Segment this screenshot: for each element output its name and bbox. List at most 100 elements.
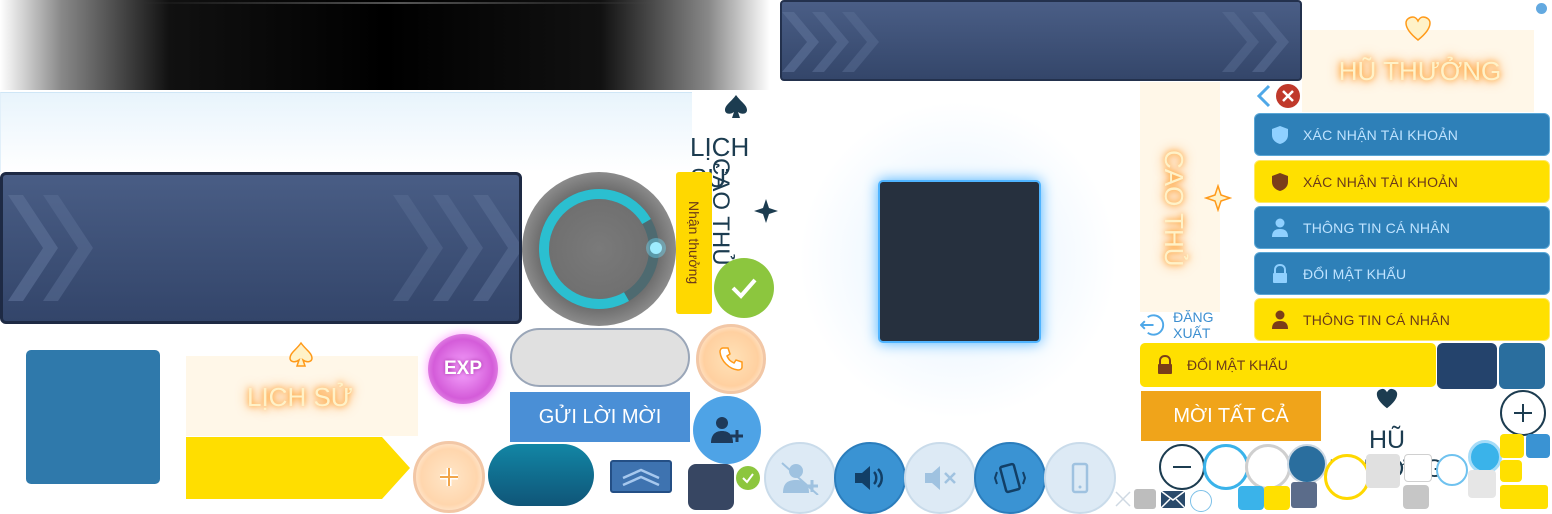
spade-icon: [723, 93, 749, 119]
menu-item-label: XÁC NHẬN TÀI KHOẢN: [1303, 126, 1459, 143]
heart-glow-icon: [1404, 16, 1432, 42]
add-friend-button[interactable]: [693, 396, 761, 464]
gray-swatch: [1366, 454, 1400, 488]
radio-dot-selected[interactable]: [1468, 440, 1502, 474]
top-bar-highlight: [140, 2, 660, 4]
exp-badge-label: EXP: [443, 358, 483, 379]
blue-dot: [1536, 3, 1547, 14]
yellow-tiny-swatch: [1264, 486, 1290, 510]
yellow-swatch: [1500, 434, 1524, 458]
teal-pill-button[interactable]: [488, 444, 594, 506]
lock-icon: [1158, 355, 1172, 374]
logout-label: ĐĂNG XUẤT: [1173, 309, 1214, 341]
invite-all-label: MỜI TẤT CẢ: [1173, 404, 1289, 427]
vibrate-phone-icon: [993, 462, 1027, 494]
online-check-badge: [736, 466, 760, 490]
change-password-button[interactable]: ĐỔI MẬT KHẨU: [1140, 343, 1436, 387]
menu-item-verify-account[interactable]: XÁC NHẬN TÀI KHOẢN: [1254, 113, 1550, 156]
plus-icon: [440, 468, 458, 486]
diamond-star-icon: [752, 197, 780, 225]
send-invite-button[interactable]: GỬI LỜI MỜI: [510, 392, 690, 442]
user-icon: [1269, 309, 1291, 331]
vibrate-on-button[interactable]: [974, 442, 1046, 514]
jackpot-label-glow[interactable]: HŨ THƯỞNG: [1330, 56, 1510, 87]
sound-off-button[interactable]: [904, 442, 976, 514]
menu-item-change-password[interactable]: ĐỔI MẬT KHẨU: [1254, 252, 1550, 295]
slate-tiny-swatch: [1291, 482, 1317, 508]
check-icon: [731, 278, 757, 299]
sound-on-button[interactable]: [834, 442, 906, 514]
blue-swatch-small: [1526, 434, 1550, 458]
lock-icon: [1269, 263, 1291, 285]
yellow-arrow-banner: [186, 437, 412, 499]
shield-icon: [1269, 124, 1291, 146]
menu-item-label: XÁC NHẬN TÀI KHOẢN: [1303, 173, 1459, 190]
logout-button[interactable]: ĐĂNG XUẤT: [1140, 309, 1252, 341]
plus-icon: [1514, 404, 1532, 422]
logout-icon: [1140, 314, 1165, 336]
invite-all-button[interactable]: MỜI TẤT CẢ: [1141, 391, 1321, 441]
remove-user-icon: [781, 462, 819, 495]
mail-icon[interactable]: [1160, 490, 1186, 509]
claim-reward-button[interactable]: Nhận thưởng: [676, 172, 712, 314]
radio-ring-blue[interactable]: [1203, 444, 1249, 490]
menu-item-label: THÔNG TIN CÁ NHÂN: [1303, 311, 1451, 328]
mute-icon: [925, 466, 956, 490]
dark-navy-swatch: [1437, 343, 1497, 389]
radio-ring-gray[interactable]: [1245, 444, 1291, 490]
radio-ring-light[interactable]: [1436, 454, 1468, 486]
phone-icon: [1071, 462, 1089, 494]
double-chevron-up-icon: [622, 468, 660, 486]
spade-glow-icon: [288, 340, 314, 368]
light-panel-background: [0, 92, 692, 172]
white-swatch: [1404, 454, 1432, 482]
close-thin-icon[interactable]: [1114, 490, 1132, 508]
phone-button[interactable]: [696, 324, 766, 394]
gray-swatch-small: [1468, 470, 1496, 498]
loading-ring: [522, 172, 676, 326]
top-dark-gradient-bar: [0, 0, 770, 90]
navy-chevron-panel-large: [0, 172, 522, 324]
check-icon: [742, 473, 754, 484]
exp-badge: EXP: [428, 334, 498, 404]
tiny-ring[interactable]: [1190, 490, 1212, 512]
menu-item-label: THÔNG TIN CÁ NHÂN: [1303, 219, 1451, 236]
menu-item-personal-info-active[interactable]: THÔNG TIN CÁ NHÂN: [1254, 298, 1550, 341]
pill-input-field[interactable]: [510, 328, 690, 387]
close-icon[interactable]: [1276, 84, 1300, 108]
history-title-glow[interactable]: LỊCH SỬ: [230, 382, 370, 413]
plus-coin-button[interactable]: [413, 441, 485, 513]
collapse-button[interactable]: [610, 460, 672, 493]
menu-item-personal-info[interactable]: THÔNG TIN CÁ NHÂN: [1254, 206, 1550, 249]
back-chevron-icon[interactable]: [1254, 84, 1274, 108]
yellow-bar-swatch: [1500, 485, 1548, 509]
user-icon: [1269, 217, 1291, 239]
gray-tiny-swatch-2: [1403, 485, 1429, 509]
phone-icon: [719, 347, 743, 371]
top-players-label-glow[interactable]: CAO THỦ: [1158, 150, 1189, 267]
minus-icon: [1173, 466, 1191, 468]
add-user-icon: [711, 417, 743, 443]
change-password-label: ĐỔI MẬT KHẨU: [1187, 357, 1288, 373]
gray-tiny-swatch: [1134, 489, 1156, 509]
blue-swatch: [1499, 343, 1545, 389]
glow-diamond-icon: [1203, 183, 1233, 213]
send-invite-label: GỬI LỜI MỜI: [538, 405, 662, 428]
check-circle-button[interactable]: [714, 258, 774, 318]
menu-item-label: ĐỔI MẬT KHẨU: [1303, 265, 1407, 282]
navy-chevron-panel-top: [780, 0, 1302, 81]
speaker-icon: [855, 466, 883, 490]
radio-filled-blue[interactable]: [1287, 444, 1327, 484]
radio-ring-yellow[interactable]: [1324, 454, 1370, 500]
glowing-dark-square: [878, 180, 1041, 343]
menu-item-verify-account-active[interactable]: XÁC NHẬN TÀI KHOẢN: [1254, 160, 1550, 203]
remove-friend-button[interactable]: [764, 442, 836, 514]
zoom-out-button[interactable]: [1159, 444, 1205, 490]
shield-icon: [1269, 171, 1291, 193]
avatar: [688, 464, 734, 510]
cyan-tiny-swatch: [1238, 486, 1264, 510]
zoom-in-button[interactable]: [1500, 390, 1546, 436]
vibrate-off-button[interactable]: [1044, 442, 1116, 514]
heart-icon: [1375, 388, 1399, 410]
blue-square-tile: [26, 350, 160, 484]
